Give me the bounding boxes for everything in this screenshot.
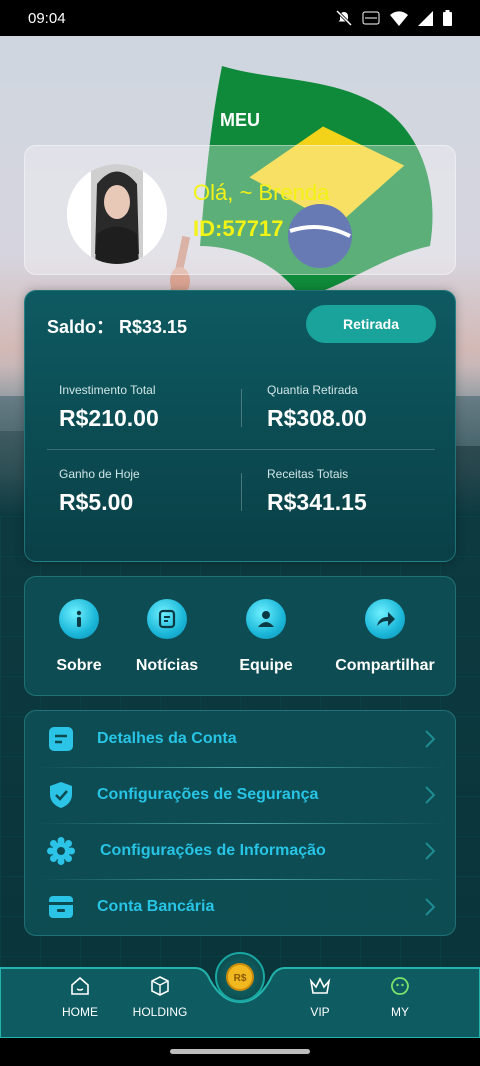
home-gesture-bar[interactable] <box>170 1049 310 1054</box>
box-icon <box>151 976 169 996</box>
coin-icon: R$ <box>226 963 254 991</box>
action-share[interactable]: Compartilhar <box>330 599 440 675</box>
action-team[interactable]: Equipe <box>211 599 321 675</box>
nav-vip[interactable]: VIP <box>285 976 355 1019</box>
menu-item-information-settings[interactable]: Configurações de Informação <box>25 823 457 879</box>
info-icon <box>59 599 99 639</box>
coin-text: R$ <box>234 973 247 984</box>
stat-label: Quantia Retirada <box>267 383 358 397</box>
menu-item-label: Configurações de Informação <box>100 842 326 859</box>
quick-actions-card: Sobre Notícias Equipe Compartilhar <box>24 576 456 696</box>
divider <box>241 473 242 511</box>
avatar[interactable] <box>67 164 167 264</box>
menu-item-account-details[interactable]: Detalhes da Conta <box>25 711 457 767</box>
chevron-right-icon <box>425 898 435 916</box>
stat-value: R$210.00 <box>59 405 159 431</box>
avatar-photo <box>67 164 167 264</box>
account-details-icon <box>47 725 75 753</box>
team-icon <box>246 599 286 639</box>
signal-icon <box>418 10 433 26</box>
system-home-indicator <box>0 1038 480 1066</box>
wifi-icon <box>390 10 408 26</box>
stat-value: R$308.00 <box>267 405 367 431</box>
menu-item-label: Detalhes da Conta <box>97 730 237 747</box>
stat-label: Ganho de Hoje <box>59 467 140 481</box>
greeting-text: Olá, ~ Brenda <box>193 180 330 205</box>
menu-item-label: Configurações de Segurança <box>97 786 319 803</box>
status-bar: 09:04 <box>0 0 480 36</box>
stat-label: Investimento Total <box>59 383 156 397</box>
status-time: 09:04 <box>28 9 66 27</box>
menu-item-security-settings[interactable]: Configurações de Segurança <box>25 767 457 823</box>
news-icon <box>147 599 187 639</box>
status-icons <box>336 10 452 26</box>
chevron-right-icon <box>425 786 435 804</box>
nav-label: VIP <box>310 1005 330 1019</box>
stat-value: R$341.15 <box>267 489 367 515</box>
action-label: Notícias <box>135 657 199 674</box>
shield-check-icon <box>47 781 75 809</box>
stat-today-earnings: Ganho de Hoje R$5.00 <box>59 467 140 516</box>
nav-center-coin[interactable]: R$ <box>215 952 265 1002</box>
bank-card-icon <box>47 893 75 921</box>
share-icon <box>365 599 405 639</box>
chevron-right-icon <box>425 730 435 748</box>
stat-total-revenue: Receitas Totais R$341.15 <box>267 467 367 516</box>
nav-label: HOME <box>62 1005 98 1019</box>
gear-icon <box>47 837 75 865</box>
menu-item-bank-account[interactable]: Conta Bancária <box>25 879 457 935</box>
stat-amount-withdrawn: Quantia Retirada R$308.00 <box>267 383 367 432</box>
volte-icon <box>362 11 380 25</box>
bottom-navigation: HOME HOLDING R$ VIP MY <box>0 952 480 1038</box>
crown-icon <box>309 977 331 994</box>
nav-my[interactable]: MY <box>365 976 435 1019</box>
mute-icon <box>336 10 352 26</box>
nav-home[interactable]: HOME <box>45 976 115 1019</box>
withdraw-button[interactable]: Retirada <box>306 305 436 343</box>
profile-card: Olá, ~ Brenda ID:57717 <box>24 145 456 275</box>
nav-holding[interactable]: HOLDING <box>125 976 195 1019</box>
action-label: Compartilhar <box>335 657 435 674</box>
divider <box>47 449 435 450</box>
nav-label: MY <box>391 1005 409 1019</box>
user-id: ID:57717 <box>193 216 284 241</box>
stat-label: Receitas Totais <box>267 467 349 481</box>
divider <box>241 389 242 427</box>
smiley-icon <box>391 977 409 995</box>
action-label: Equipe <box>239 657 293 674</box>
chevron-right-icon <box>425 842 435 860</box>
nav-label: HOLDING <box>132 1005 188 1019</box>
balance-card: Saldo： R$33.15 Retirada Investimento Tot… <box>24 290 456 562</box>
page-title: MEU <box>220 110 260 130</box>
stat-value: R$5.00 <box>59 489 134 515</box>
settings-menu: Detalhes da Conta Configurações de Segur… <box>24 710 456 936</box>
stat-total-investment: Investimento Total R$210.00 <box>59 383 159 432</box>
home-icon <box>71 976 89 995</box>
battery-icon <box>443 10 452 26</box>
action-news[interactable]: Notícias <box>112 599 222 675</box>
balance-label: Saldo： R$33.15 <box>47 317 188 337</box>
menu-item-label: Conta Bancária <box>97 898 215 915</box>
